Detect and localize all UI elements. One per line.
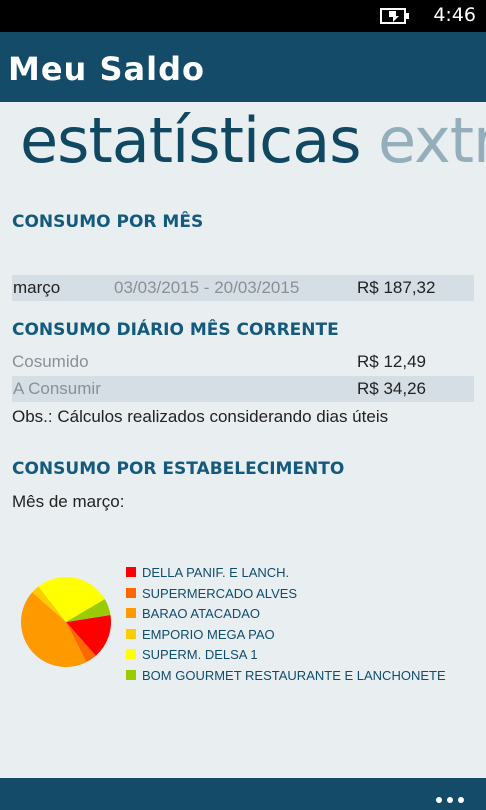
consumed-value: R$ 12,49 xyxy=(357,352,426,371)
status-bar: 4:46 xyxy=(0,0,486,32)
legend-swatch xyxy=(126,587,136,598)
month-subtitle: Mês de março: xyxy=(12,492,125,511)
legend-swatch xyxy=(126,669,136,680)
legend-swatch xyxy=(126,608,136,618)
month-row[interactable]: março 03/03/2015 - 20/03/2015 R$ 187,32 xyxy=(12,275,474,301)
calculation-note: Obs.: Cálculos realizados considerando d… xyxy=(12,407,389,426)
legend-label: SUPERMERCADO ALVES xyxy=(142,585,298,601)
legend-label: DELLA PANIF. E LANCH. xyxy=(142,565,290,580)
legend-swatch xyxy=(126,649,136,659)
clock: 4:46 xyxy=(433,4,476,26)
pivot-item-extrato[interactable]: extr xyxy=(378,104,486,177)
section-title-consumo-diario: CONSUMO DIÁRIO MÊS CORRENTE xyxy=(12,320,339,340)
establishment-pie-chart xyxy=(21,577,111,667)
legend-swatch xyxy=(126,567,136,577)
legend-label: BARAO ATACADAO xyxy=(142,606,260,621)
app-header: Meu Saldo xyxy=(0,32,486,102)
legend-label: BOM GOURMET RESTAURANTE E LANCHONETE xyxy=(142,667,446,683)
to-consume-row: A Consumir R$ 34,26 xyxy=(12,376,474,402)
to-consume-label: A Consumir xyxy=(13,379,101,398)
legend-label: SUPERM. DELSA 1 xyxy=(142,647,258,662)
legend-label: EMPORIO MEGA PAO xyxy=(142,626,275,642)
battery-charging-icon xyxy=(380,8,409,24)
period-range: 03/03/2015 - 20/03/2015 xyxy=(114,278,300,297)
pivot-item-estatisticas[interactable]: estatísticas xyxy=(20,104,362,177)
ellipsis-icon[interactable] xyxy=(436,788,472,803)
app-bar xyxy=(0,778,486,810)
section-title-consumo-estab: CONSUMO POR ESTABELECIMENTO xyxy=(12,459,345,479)
to-consume-value: R$ 34,26 xyxy=(357,379,426,398)
month-amount: R$ 187,32 xyxy=(357,278,436,297)
consumed-label: Cosumido xyxy=(12,352,89,371)
app-title: Meu Saldo xyxy=(8,50,205,88)
month-label: março xyxy=(13,278,61,297)
pivot-header: estatísticas extr xyxy=(0,104,486,184)
legend-swatch xyxy=(126,628,136,639)
section-title-consumo-mes: CONSUMO POR MÊS xyxy=(12,212,204,232)
consumed-row: Cosumido R$ 12,49 xyxy=(12,349,474,375)
